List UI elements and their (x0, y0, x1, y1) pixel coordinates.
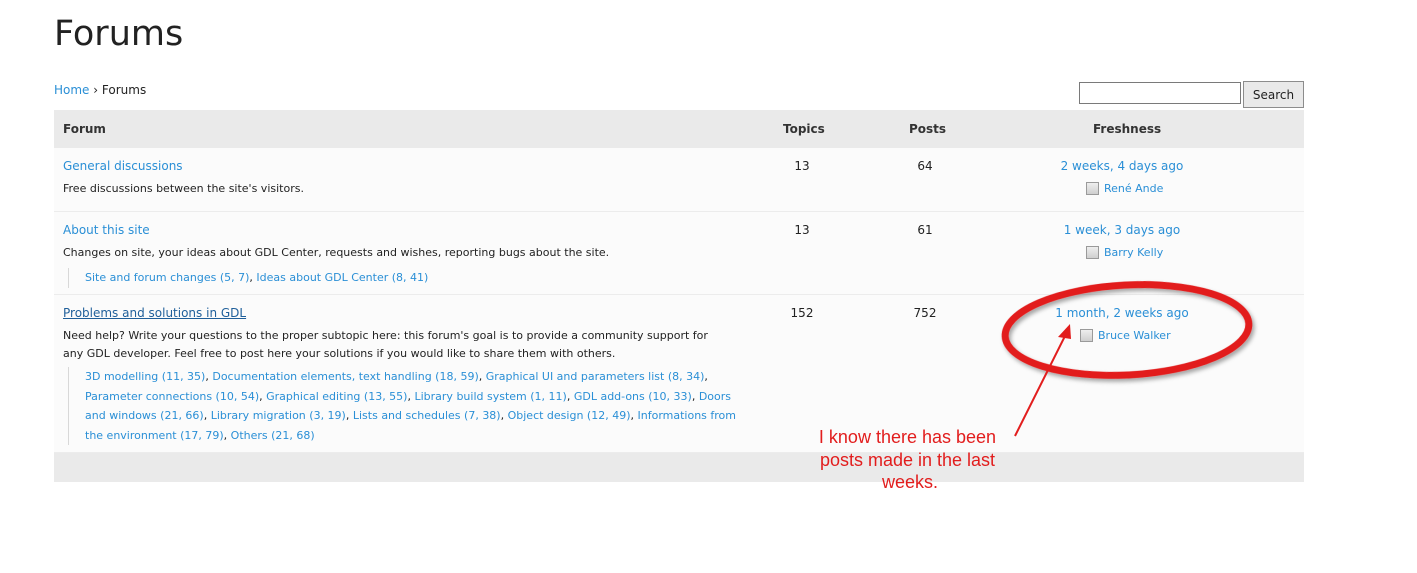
subforum-link[interactable]: Graphical UI and parameters list (8, 34) (486, 370, 705, 383)
posts-count: 61 (917, 223, 933, 237)
last-poster: René Ande (1086, 182, 1163, 195)
last-poster: Barry Kelly (1086, 246, 1163, 259)
subforum-link[interactable]: Library migration (3, 19) (211, 409, 346, 422)
subforum-list: Site and forum changes (5, 7), Ideas abo… (68, 268, 745, 288)
posts-count: 752 (913, 306, 937, 320)
breadcrumb: Home › Forums (54, 83, 146, 97)
avatar-icon (1086, 246, 1099, 259)
forum-row: About this site Changes on site, your id… (54, 212, 1304, 295)
header-freshness: Freshness (1093, 122, 1162, 136)
breadcrumb-separator: › (93, 83, 99, 97)
header-posts: Posts (909, 122, 947, 136)
freshness-link[interactable]: 2 weeks, 4 days ago (1022, 159, 1222, 173)
subforum-link[interactable]: Lists and schedules (7, 38) (353, 409, 501, 422)
freshness-link[interactable]: 1 month, 2 weeks ago (1022, 306, 1222, 320)
author-link[interactable]: Barry Kelly (1104, 246, 1163, 259)
topics-count: 13 (794, 223, 810, 237)
subforum-link[interactable]: Others (21, 68) (231, 429, 315, 442)
forum-description: Need help? Write your questions to the p… (63, 329, 708, 360)
table-header: Forum Topics Posts Freshness (54, 110, 1304, 148)
posts-count: 64 (917, 159, 933, 173)
search-button[interactable]: Search (1243, 81, 1304, 108)
author-link[interactable]: Bruce Walker (1098, 329, 1171, 342)
forum-title-link[interactable]: General discussions (63, 159, 183, 173)
forum-table: Forum Topics Posts Freshness General dis… (54, 110, 1304, 482)
header-topics: Topics (783, 122, 825, 136)
subforum-link[interactable]: GDL add-ons (10, 33) (574, 390, 692, 403)
forum-description: Free discussions between the site's visi… (63, 182, 304, 195)
subforum-link[interactable]: Site and forum changes (5, 7) (85, 271, 249, 284)
subforum-link[interactable]: Ideas about GDL Center (8, 41) (256, 271, 428, 284)
topics-count: 152 (790, 306, 814, 320)
page-title: Forums (54, 14, 184, 54)
table-footer (54, 453, 1304, 482)
subforum-link[interactable]: Library build system (1, 11) (414, 390, 566, 403)
avatar-icon (1086, 182, 1099, 195)
breadcrumb-home-link[interactable]: Home (54, 83, 89, 97)
author-link[interactable]: René Ande (1104, 182, 1163, 195)
forum-title-link[interactable]: Problems and solutions in GDL (63, 306, 246, 320)
search-input[interactable] (1079, 82, 1241, 104)
breadcrumb-current: Forums (101, 83, 147, 97)
forum-title-link[interactable]: About this site (63, 223, 150, 237)
last-poster: Bruce Walker (1080, 329, 1171, 342)
freshness-link[interactable]: 1 week, 3 days ago (1022, 223, 1222, 237)
avatar-icon (1080, 329, 1093, 342)
forum-row: General discussions Free discussions bet… (54, 148, 1304, 212)
subforum-list: 3D modelling (11, 35), Documentation ele… (68, 367, 745, 445)
forum-row: Problems and solutions in GDL Need help?… (54, 295, 1304, 453)
subforum-link[interactable]: Object design (12, 49) (508, 409, 631, 422)
header-forum: Forum (63, 122, 106, 136)
subforum-link[interactable]: Parameter connections (10, 54) (85, 390, 259, 403)
subforum-link[interactable]: 3D modelling (11, 35) (85, 370, 205, 383)
subforum-link[interactable]: Graphical editing (13, 55) (266, 390, 407, 403)
subforum-link[interactable]: Documentation elements, text handling (1… (212, 370, 478, 383)
forum-description: Changes on site, your ideas about GDL Ce… (63, 246, 610, 259)
topics-count: 13 (794, 159, 810, 173)
